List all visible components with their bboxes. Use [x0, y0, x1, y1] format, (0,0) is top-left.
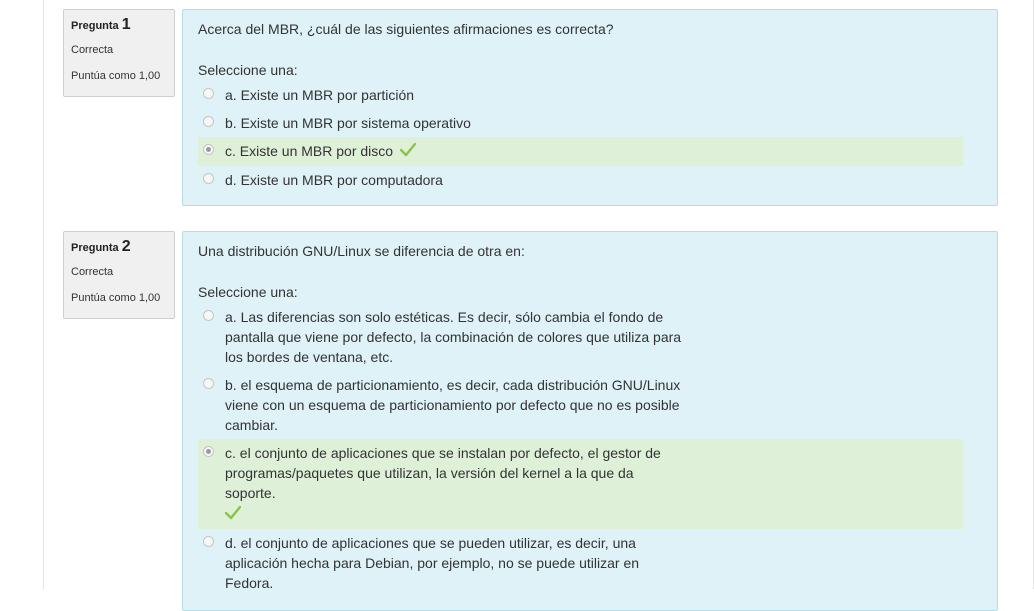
radio-button[interactable] [203, 173, 214, 185]
answer-option-a[interactable]: a. Existe un MBR por partición [198, 81, 963, 109]
question-text: Acerca del MBR, ¿cuál de las siguientes … [198, 21, 614, 37]
question-text: Una distribución GNU/Linux se diferencia… [198, 243, 525, 259]
answer-option-b[interactable]: b. el esquema de particionamiento, es de… [198, 371, 963, 439]
answer-text: d. Existe un MBR por computadora [225, 172, 443, 189]
question-formulation: Una distribución GNU/Linux se diferencia… [182, 231, 998, 611]
radio-button-selected[interactable] [203, 446, 214, 457]
answer-list: a. Las diferencias son solo estéticas. E… [198, 303, 963, 597]
answer-text: b. Existe un MBR por sistema operativo [225, 115, 471, 131]
answer-list: a. Existe un MBR por partición b. Existe… [198, 81, 963, 194]
answer-option-d[interactable]: d. el conjunto de aplicaciones que se pu… [198, 529, 963, 597]
answer-option-c[interactable]: c. el conjunto de aplicaciones que se in… [198, 439, 963, 529]
radio-button[interactable] [203, 536, 214, 547]
question-number: Pregunta 1 [71, 16, 174, 35]
radio-button-selected[interactable] [203, 144, 214, 155]
check-icon [399, 142, 417, 162]
radio-button[interactable] [203, 116, 214, 127]
question-number-value: 1 [121, 16, 131, 33]
question-state: Correcta [71, 44, 114, 56]
answer-option-b[interactable]: b. Existe un MBR por sistema operativo [198, 109, 963, 137]
answer-prompt: Seleccione una: [198, 62, 298, 78]
answer-text: a. Existe un MBR por partición [225, 87, 415, 103]
question-grade: Puntúa como 1,00 [71, 292, 161, 304]
question-state: Correcta [71, 266, 114, 278]
question-number: Pregunta 2 [71, 238, 174, 257]
question-label: Pregunta [71, 20, 119, 32]
answer-text: a. Las diferencias son solo estéticas. E… [225, 309, 682, 365]
question-label: Pregunta [71, 242, 119, 254]
answer-text: d. el conjunto de aplicaciones que se pu… [225, 535, 640, 591]
answer-prompt: Seleccione una: [198, 284, 298, 300]
question-grade: Puntúa como 1,00 [71, 70, 161, 82]
question-2: Pregunta 2 Correcta Puntúa como 1,00 Una… [63, 231, 998, 611]
question-1: Pregunta 1 Correcta Puntúa como 1,00 Ace… [63, 9, 998, 206]
answer-text: c. Existe un MBR por disco [225, 143, 394, 159]
page-left-rule [43, 0, 44, 589]
answer-option-a[interactable]: a. Las diferencias son solo estéticas. E… [198, 303, 963, 371]
answer-text: b. el esquema de particionamiento, es de… [225, 377, 681, 433]
radio-button[interactable] [203, 310, 214, 321]
question-formulation: Acerca del MBR, ¿cuál de las siguientes … [182, 9, 998, 206]
answer-text: c. el conjunto de aplicaciones que se in… [225, 445, 661, 501]
answer-option-c[interactable]: c. Existe un MBR por disco [198, 137, 963, 167]
question-info: Pregunta 1 Correcta Puntúa como 1,00 [63, 9, 175, 97]
radio-button[interactable] [203, 88, 214, 99]
check-icon [224, 505, 963, 525]
answer-option-d[interactable]: d. Existe un MBR por computadora [198, 166, 963, 194]
question-number-value: 2 [121, 238, 131, 255]
radio-button[interactable] [203, 378, 214, 389]
question-info: Pregunta 2 Correcta Puntúa como 1,00 [63, 231, 175, 319]
